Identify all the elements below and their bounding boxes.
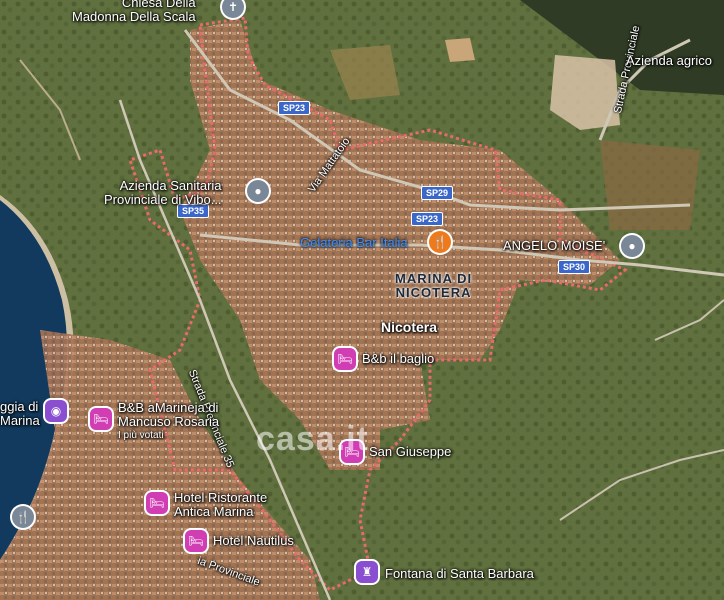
hotel-nautilus-pin[interactable]: 🛏 [185, 530, 207, 552]
beach-pin[interactable]: ◉ [45, 400, 67, 422]
azienda-sanitaria-line2: Provinciale di Vibo... [104, 192, 222, 207]
bb-marineja-line1: B&B aMarineja di [118, 400, 219, 415]
bb-marineja-line2: Mancuso Rosaria [118, 414, 220, 429]
bb-il-baglio-pin[interactable]: 🛏 [334, 348, 356, 370]
gelateria-label: Gelateria Bar Italia [300, 235, 408, 250]
azienda-agricola-label: Azienda agrico [626, 53, 712, 68]
bed-icon: 🛏 [337, 352, 353, 366]
fork-knife-icon: 🍴 [432, 235, 448, 249]
azienda-sanitaria-line1: Azienda Sanitaria [119, 178, 222, 193]
fontana-pin[interactable]: ♜ [356, 561, 378, 583]
location-icon: ● [254, 184, 262, 198]
marina-label-line1: MARINA DI [395, 271, 473, 286]
camera-icon: ◉ [50, 404, 62, 418]
angelo-moise-label: ANGELO MOISE' [503, 238, 606, 253]
fontana-label: Fontana di Santa Barbara [385, 566, 534, 581]
nicotera-label: Nicotera [381, 319, 438, 335]
bb-marineja-pin[interactable]: 🛏 [90, 408, 112, 430]
angelo-moise-pin[interactable]: ● [621, 235, 643, 257]
gelateria-pin[interactable]: 🍴 [429, 231, 451, 253]
road-shield-sp23: SP23 [278, 101, 311, 115]
hotel-ristorante-pin[interactable]: 🛏 [146, 492, 168, 514]
satellite-map[interactable] [0, 0, 724, 600]
hotel-ristorante-line2: Antica Marina [174, 504, 254, 519]
spiaggia-label: ggia di Marina [0, 400, 40, 428]
fork-knife-icon: 🍴 [15, 510, 31, 524]
bed-icon: 🛏 [93, 412, 109, 426]
azienda-sanitaria-pin[interactable]: ● [247, 180, 269, 202]
casa-it-watermark: casa.it [256, 420, 369, 458]
bb-marineja-label: B&B aMarineja di Mancuso Rosaria I più v… [118, 401, 219, 443]
marina-di-nicotera-label: MARINA DI NICOTERA [395, 272, 472, 300]
location-icon: ● [628, 239, 636, 253]
road-shield-sp29: SP29 [421, 186, 454, 200]
hotel-nautilus-label: Hotel Nautilus [213, 533, 294, 548]
san-giuseppe-label: San Giuseppe [369, 444, 452, 459]
cross-icon: ✝ [227, 0, 239, 14]
bb-il-baglio-label: B&b il baglio [362, 351, 435, 366]
hotel-ristorante-line1: Hotel Ristorante [174, 490, 268, 505]
spiaggia-line2: Marina [0, 413, 40, 428]
bed-icon: 🛏 [188, 534, 204, 548]
bb-marineja-top-rated: I più votati [118, 430, 164, 441]
road-shield-sp23-b: SP23 [411, 212, 444, 226]
azienda-sanitaria-label: Azienda Sanitaria Provinciale di Vibo... [104, 179, 222, 207]
hotel-ristorante-label: Hotel Ristorante Antica Marina [174, 491, 267, 519]
marina-label-line2: NICOTERA [395, 285, 472, 300]
fountain-icon: ♜ [361, 565, 373, 579]
road-shield-sp30: SP30 [558, 260, 591, 274]
spiaggia-line1: ggia di [0, 399, 39, 414]
bed-icon: 🛏 [149, 496, 165, 510]
restaurant-pin[interactable]: 🍴 [12, 506, 34, 528]
chiesa-label: Chiesa Della Madonna Della Scala [72, 0, 196, 24]
chiesa-label-line2: Madonna Della Scala [72, 9, 196, 24]
